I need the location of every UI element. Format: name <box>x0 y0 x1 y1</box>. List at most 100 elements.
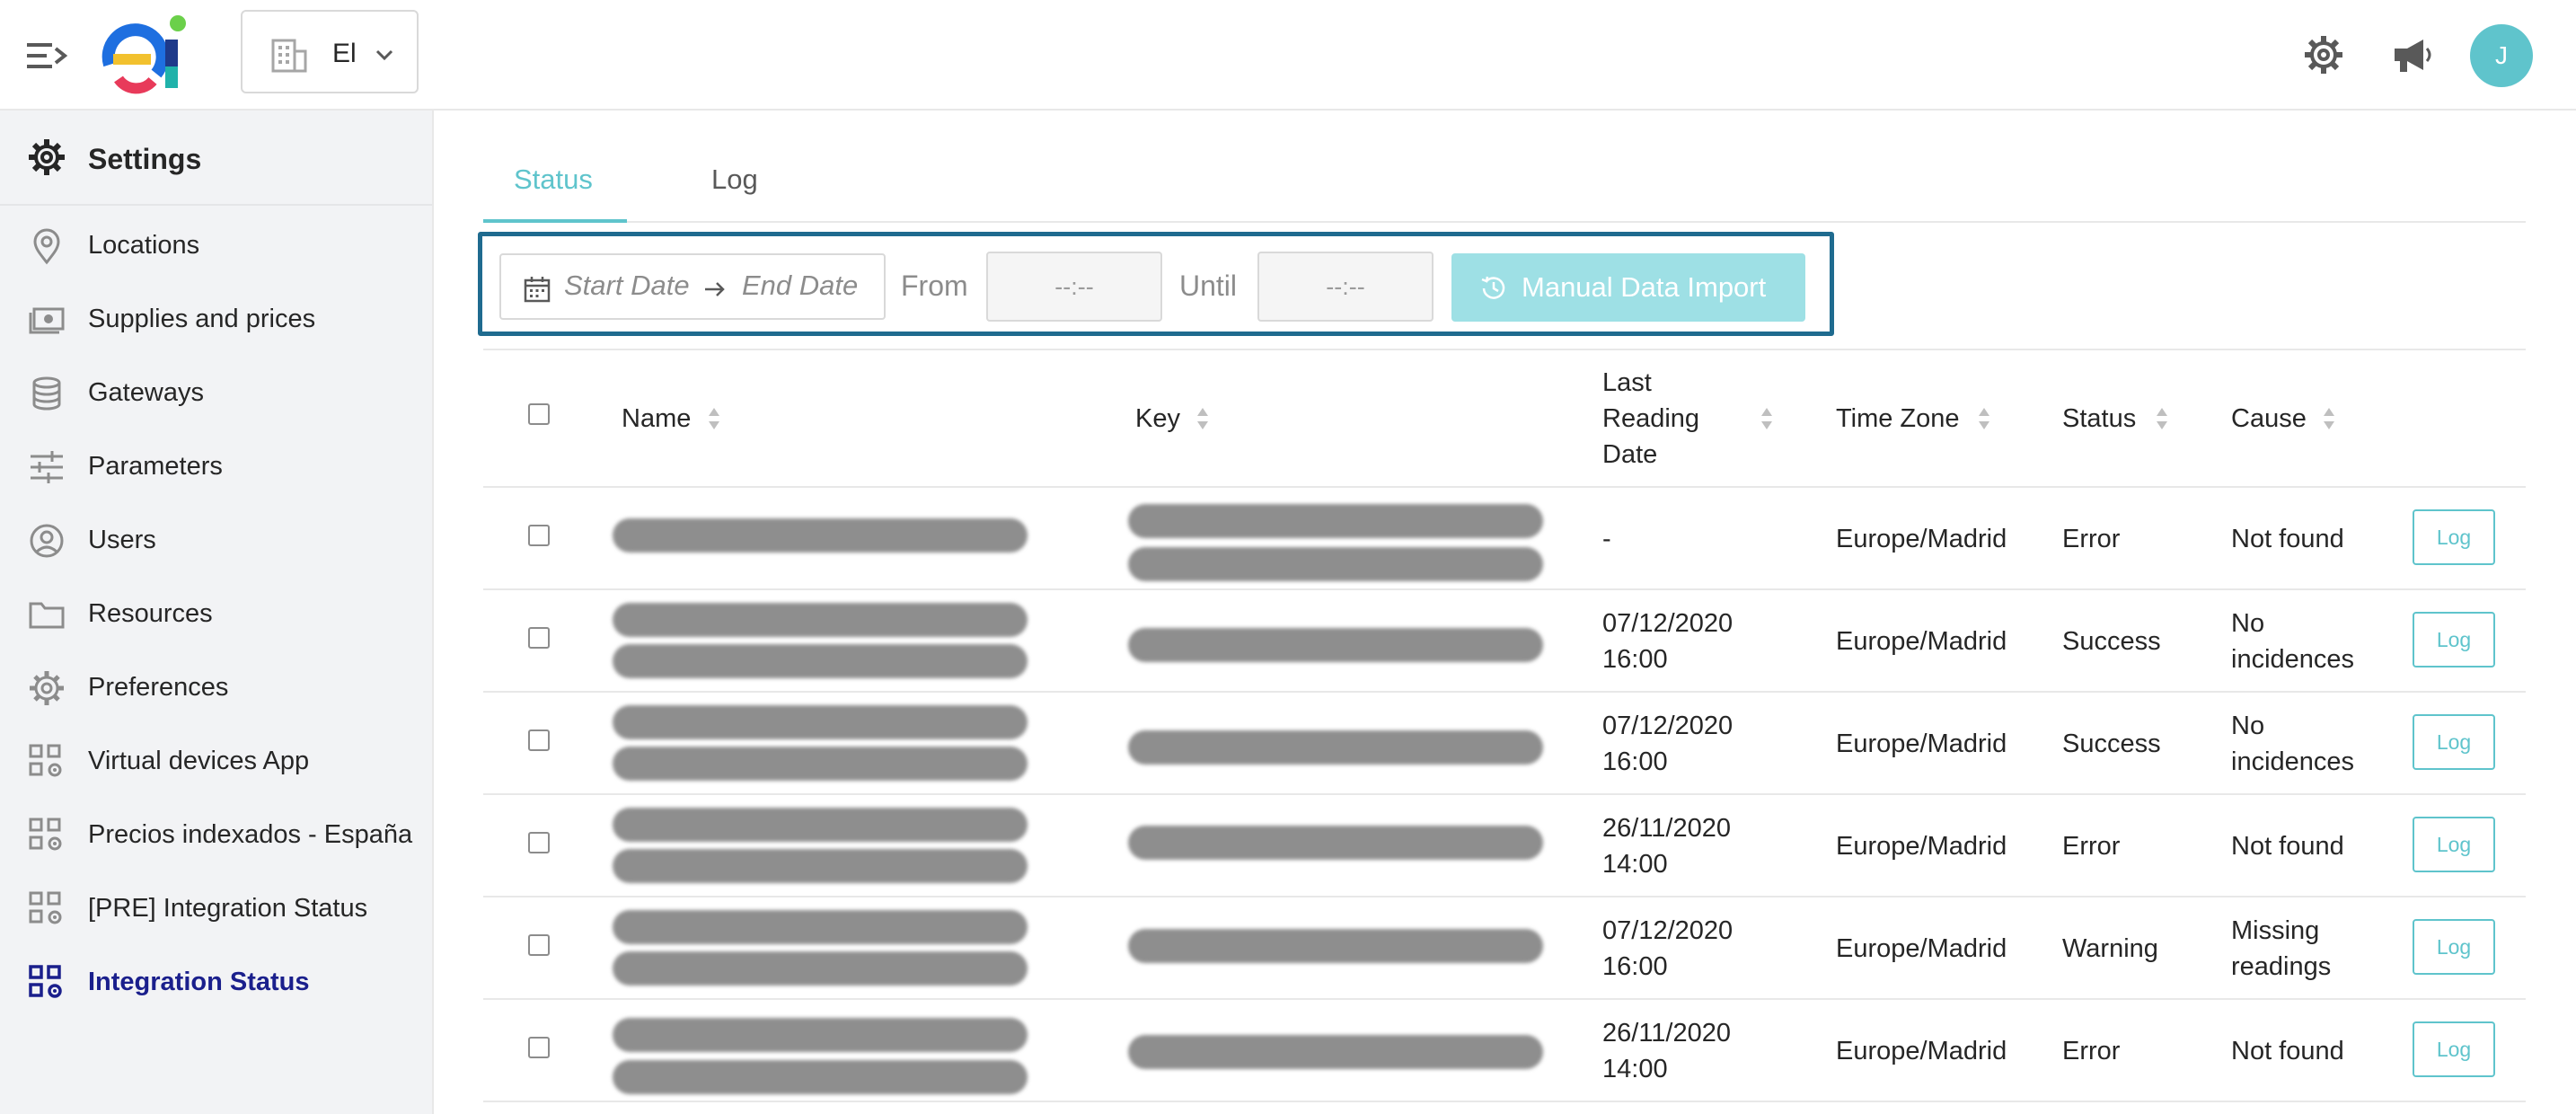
end-date-input[interactable]: End Date <box>742 270 858 302</box>
date-line: 26/11/2020 <box>1602 1019 1731 1048</box>
sidebar-item-label: Virtual devices App <box>88 747 310 775</box>
app-settings-icon <box>29 965 62 998</box>
calendar-icon <box>524 277 551 303</box>
sidebar-item-supplies[interactable]: Supplies and prices <box>0 283 432 357</box>
redacted-key <box>1128 628 1543 662</box>
sidebar-item-label: Supplies and prices <box>88 305 316 333</box>
sort-icon[interactable] <box>2155 406 2169 431</box>
select-all-checkbox[interactable] <box>528 403 550 425</box>
gear-icon[interactable] <box>2301 32 2346 77</box>
column-header-time-zone: Time Zone <box>1836 404 1960 433</box>
row-log-button[interactable]: Log <box>2413 612 2495 668</box>
from-label: From <box>901 270 968 302</box>
import-button-label: Manual Data Import <box>1522 271 1767 303</box>
cause-cell: Not found <box>2231 1037 2344 1065</box>
sidebar-item-precios-indexados[interactable]: Precios indexados - España <box>0 799 432 872</box>
sidebar-item-virtual-devices-app[interactable]: Virtual devices App <box>0 725 432 799</box>
row-checkbox[interactable] <box>528 832 550 853</box>
sidebar-item-label: Parameters <box>88 452 223 481</box>
date-line: 07/12/2020 <box>1602 609 1734 638</box>
row-log-button[interactable]: Log <box>2413 509 2495 565</box>
status-cell: Error <box>2062 525 2121 553</box>
cause-cell: No incidences <box>2231 606 2354 677</box>
row-divider <box>483 1101 2526 1102</box>
sort-icon[interactable] <box>2322 406 2336 431</box>
row-log-button[interactable]: Log <box>2413 1021 2495 1077</box>
app-settings-icon <box>29 891 62 924</box>
sort-icon[interactable] <box>1977 406 1991 431</box>
redacted-key <box>1128 1035 1543 1069</box>
last-reading-date: 07/12/2020 16:00 <box>1602 708 1733 780</box>
row-log-button[interactable]: Log <box>2413 919 2495 975</box>
header-line: Last <box>1602 368 1652 397</box>
redacted-name <box>613 644 1028 678</box>
date-line: 07/12/2020 <box>1602 712 1734 740</box>
app-logo[interactable] <box>101 14 190 97</box>
sidebar-item-integration-status[interactable]: Integration Status <box>0 946 432 1020</box>
redacted-key <box>1128 929 1543 963</box>
time-zone-cell: Europe/Madrid <box>1836 729 2007 758</box>
row-checkbox[interactable] <box>528 729 550 751</box>
sidebar-item-resources[interactable]: Resources <box>0 578 432 651</box>
tab-status[interactable]: Status <box>514 164 593 196</box>
arrow-right-icon <box>705 282 725 296</box>
sidebar-item-label: Gateways <box>88 378 204 407</box>
column-header-last-reading-date: Last Reading Date <box>1602 365 1699 473</box>
database-icon <box>32 376 61 411</box>
organization-name: El <box>332 39 357 68</box>
sidebar-item-pre-integration-status[interactable]: [PRE] Integration Status <box>0 872 432 946</box>
time-zone-cell: Europe/Madrid <box>1836 1037 2007 1065</box>
redacted-name <box>613 951 1028 986</box>
sidebar-item-gateways[interactable]: Gateways <box>0 357 432 430</box>
row-checkbox[interactable] <box>528 627 550 649</box>
cause-line: readings <box>2231 952 2332 981</box>
sidebar-item-users[interactable]: Users <box>0 504 432 578</box>
sidebar-item-label: Precios indexados - España <box>88 820 413 849</box>
cause-cell: Missing readings <box>2231 913 2331 985</box>
menu-unfold-icon[interactable] <box>27 38 68 74</box>
sidebar-item-preferences[interactable]: Preferences <box>0 651 432 725</box>
time-zone-cell: Europe/Madrid <box>1836 627 2007 656</box>
header-bottom-border <box>483 486 2526 488</box>
megaphone-icon[interactable] <box>2389 32 2434 77</box>
top-bar: El J <box>0 0 2576 111</box>
tab-log[interactable]: Log <box>711 164 758 196</box>
user-avatar[interactable]: J <box>2470 24 2533 87</box>
status-cell: Success <box>2062 729 2161 758</box>
time-line: 16:00 <box>1602 747 1668 776</box>
sort-icon[interactable] <box>1195 406 1210 431</box>
redacted-name <box>613 1060 1028 1094</box>
sort-icon[interactable] <box>1760 406 1774 431</box>
chevron-down-icon <box>375 49 393 61</box>
until-time-input[interactable]: --:-- <box>1257 252 1434 322</box>
row-checkbox[interactable] <box>528 525 550 546</box>
manual-data-import-button[interactable]: Manual Data Import <box>1451 253 1805 322</box>
sidebar-item-locations[interactable]: Locations <box>0 209 432 283</box>
row-checkbox[interactable] <box>528 1037 550 1058</box>
from-time-input[interactable]: --:-- <box>986 252 1162 322</box>
row-log-button[interactable]: Log <box>2413 817 2495 872</box>
redacted-name <box>613 705 1028 739</box>
building-icon <box>271 39 307 73</box>
last-reading-date: 26/11/2020 14:00 <box>1602 810 1731 882</box>
sidebar-item-parameters[interactable]: Parameters <box>0 430 432 504</box>
row-divider <box>483 793 2526 795</box>
sidebar-title: Settings <box>88 143 202 175</box>
time-line: 16:00 <box>1602 952 1668 981</box>
row-log-button[interactable]: Log <box>2413 714 2495 770</box>
redacted-name <box>613 1018 1028 1052</box>
row-checkbox[interactable] <box>528 934 550 956</box>
redacted-name <box>613 603 1028 637</box>
start-date-input[interactable]: Start Date <box>564 270 690 302</box>
sort-icon[interactable] <box>707 406 721 431</box>
date-range-picker[interactable]: Start Date End Date <box>499 253 886 320</box>
history-clock-icon <box>1481 276 1505 299</box>
column-header-cause: Cause <box>2231 404 2307 433</box>
active-tab-indicator <box>483 219 627 223</box>
last-reading-date: 26/11/2020 14:00 <box>1602 1015 1731 1087</box>
sliders-icon <box>31 451 63 483</box>
status-cell: Warning <box>2062 934 2158 963</box>
sidebar-item-label: [PRE] Integration Status <box>88 894 368 923</box>
date-line: 26/11/2020 <box>1602 814 1731 843</box>
organization-select[interactable]: El <box>241 10 419 93</box>
